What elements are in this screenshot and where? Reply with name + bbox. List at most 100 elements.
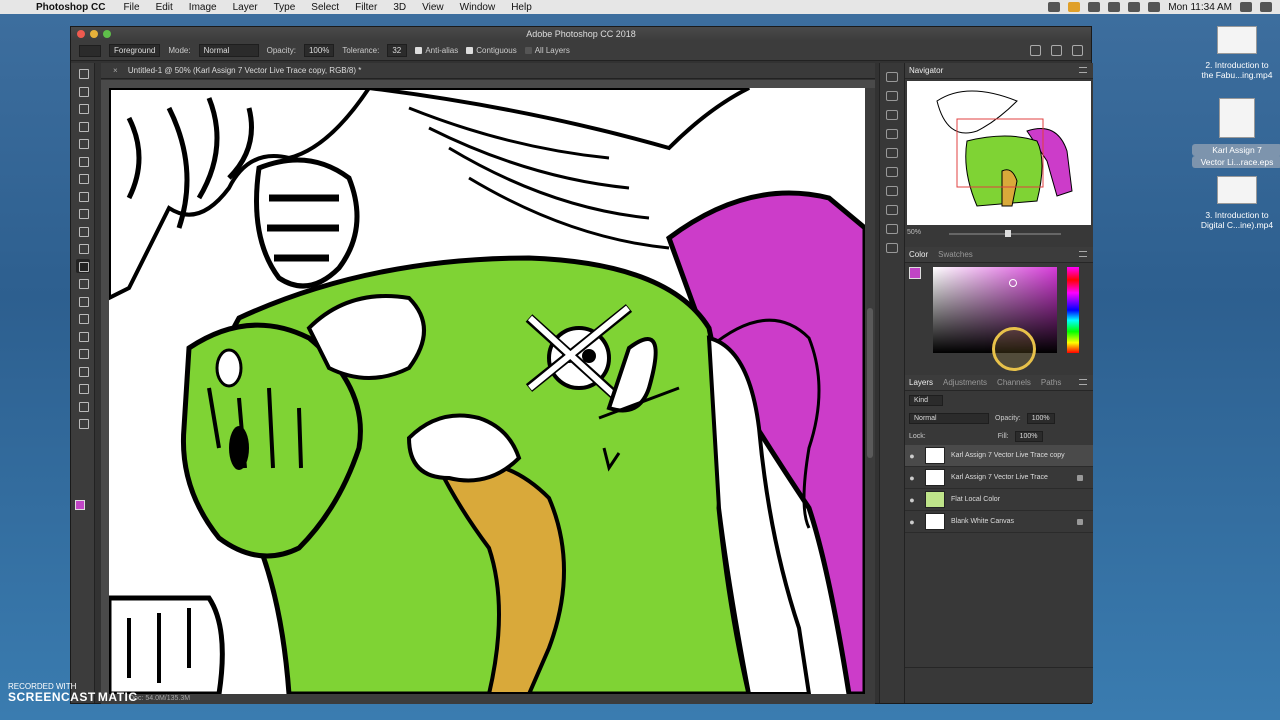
path-select-tool-icon[interactable] — [76, 346, 90, 360]
search-icon[interactable] — [1240, 2, 1252, 12]
blend-mode-select[interactable]: Normal — [909, 412, 989, 424]
foreground-color-chip[interactable] — [909, 267, 921, 279]
menu-select[interactable]: Select — [311, 2, 339, 13]
blur-tool-icon[interactable] — [76, 276, 90, 290]
info-icon[interactable] — [886, 243, 898, 253]
battery-icon[interactable] — [1148, 2, 1161, 12]
tab-adjustments[interactable]: Adjustments — [943, 378, 987, 387]
layer-row[interactable]: ● Karl Assign 7 Vector Live Trace — [905, 467, 1093, 489]
close-window-button[interactable] — [77, 30, 85, 38]
zoom-tool-icon[interactable] — [76, 399, 90, 413]
eraser-tool-icon[interactable] — [76, 241, 90, 255]
opacity-input[interactable]: 100% — [303, 44, 335, 57]
menu-window[interactable]: Window — [460, 2, 496, 13]
share-icon[interactable] — [1072, 45, 1083, 56]
wifi-icon[interactable] — [1108, 2, 1121, 12]
menu-edit[interactable]: Edit — [156, 2, 173, 13]
eye-icon[interactable]: ● — [905, 495, 919, 505]
desktop-file-video-2[interactable]: 2. Introduction to the Fabu...ing.mp4 — [1192, 26, 1280, 80]
clock[interactable]: Mon 11:34 AM — [1168, 2, 1232, 13]
menu-app-name[interactable]: Photoshop CC — [36, 2, 105, 13]
crop-tool-icon[interactable] — [76, 136, 90, 150]
eyedropper-tool-icon[interactable] — [76, 154, 90, 168]
brush-tool-icon[interactable] — [76, 189, 90, 203]
fill-input[interactable]: 100% — [1014, 430, 1043, 442]
dodge-tool-icon[interactable] — [76, 294, 90, 308]
tab-layers[interactable]: Layers — [909, 378, 933, 387]
contiguous-checkbox[interactable]: Contiguous — [466, 46, 517, 55]
quick-select-tool-icon[interactable] — [76, 119, 90, 133]
pen-tool-icon[interactable] — [76, 311, 90, 325]
fill-source-select[interactable]: Foreground — [109, 44, 161, 57]
vertical-scrollbar[interactable] — [865, 88, 875, 694]
shield-icon[interactable] — [1068, 2, 1081, 12]
paragraph-icon[interactable] — [886, 186, 898, 196]
stamp-tool-icon[interactable] — [76, 206, 90, 220]
layer-row[interactable]: ● Flat Local Color — [905, 489, 1093, 511]
zoom-percent[interactable]: 50% — [907, 229, 921, 236]
tab-navigator[interactable]: Navigator — [909, 66, 943, 75]
search-icon[interactable] — [1030, 45, 1041, 56]
panel-menu-icon[interactable] — [1079, 67, 1087, 73]
menu-3d[interactable]: 3D — [393, 2, 406, 13]
artwork-canvas[interactable] — [109, 88, 865, 694]
panel-menu-icon[interactable] — [1079, 379, 1087, 385]
libraries-icon[interactable] — [886, 110, 898, 120]
tab-swatches[interactable]: Swatches — [938, 250, 973, 259]
layers-bottom-toolbar[interactable] — [905, 667, 1093, 681]
character-icon[interactable] — [886, 167, 898, 177]
minimize-window-button[interactable] — [90, 30, 98, 38]
adjustments-icon[interactable] — [886, 148, 898, 158]
hue-slider[interactable] — [1067, 267, 1079, 353]
menu-list-icon[interactable] — [1260, 2, 1272, 12]
more-tools-icon[interactable] — [76, 416, 90, 430]
history-icon[interactable] — [886, 72, 898, 82]
all-layers-checkbox[interactable]: All Layers — [524, 46, 570, 55]
menu-type[interactable]: Type — [274, 2, 296, 13]
tab-paths[interactable]: Paths — [1041, 378, 1061, 387]
timemachine-icon[interactable] — [1088, 2, 1101, 12]
menu-file[interactable]: File — [123, 2, 139, 13]
mode-select[interactable]: Normal — [198, 44, 259, 57]
panel-menu-icon[interactable] — [1079, 251, 1087, 257]
scrollbar-thumb[interactable] — [867, 308, 873, 458]
zoom-slider-knob[interactable] — [1005, 230, 1011, 237]
tab-channels[interactable]: Channels — [997, 378, 1031, 387]
document-tab[interactable]: × Untitled-1 @ 50% (Karl Assign 7 Vector… — [101, 63, 875, 79]
properties-icon[interactable] — [886, 129, 898, 139]
tool-preset-picker[interactable] — [79, 44, 101, 57]
paint-bucket-tool-icon[interactable] — [75, 258, 90, 273]
tab-color[interactable]: Color — [909, 250, 928, 259]
eye-icon[interactable]: ● — [905, 473, 919, 483]
healing-tool-icon[interactable] — [76, 171, 90, 185]
desktop-file-video-3[interactable]: 3. Introduction to Digital C...ine).mp4 — [1192, 176, 1280, 230]
type-tool-icon[interactable] — [76, 329, 90, 343]
shape-tool-icon[interactable] — [76, 364, 90, 378]
menu-help[interactable]: Help — [511, 2, 532, 13]
move-tool-icon[interactable] — [76, 66, 90, 80]
dropbox-icon[interactable] — [1048, 2, 1061, 12]
desktop-file-eps[interactable]: Karl Assign 7 Vector Li...race.eps — [1192, 98, 1280, 168]
close-tab-icon[interactable]: × — [113, 66, 118, 75]
menu-view[interactable]: View — [422, 2, 444, 13]
tolerance-input[interactable]: 32 — [387, 44, 408, 57]
window-titlebar[interactable]: Adobe Photoshop CC 2018 — [71, 27, 1091, 41]
layer-row[interactable]: ● Karl Assign 7 Vector Live Trace copy — [905, 445, 1093, 467]
menu-filter[interactable]: Filter — [355, 2, 377, 13]
eye-icon[interactable]: ● — [905, 451, 919, 461]
zoom-window-button[interactable] — [103, 30, 111, 38]
actions-icon[interactable] — [886, 91, 898, 101]
navigator-preview[interactable] — [907, 81, 1091, 225]
menu-layer[interactable]: Layer — [233, 2, 258, 13]
foreground-color-swatch[interactable] — [75, 500, 85, 510]
workspace-icon[interactable] — [1051, 45, 1062, 56]
eye-icon[interactable]: ● — [905, 517, 919, 527]
layer-opacity-input[interactable]: 100% — [1026, 412, 1055, 424]
volume-icon[interactable] — [1128, 2, 1141, 12]
brushes-icon[interactable] — [886, 205, 898, 215]
clone-source-icon[interactable] — [886, 224, 898, 234]
hand-tool-icon[interactable] — [76, 381, 90, 395]
kind-filter-select[interactable]: Kind — [909, 394, 943, 406]
layer-row[interactable]: ● Blank White Canvas — [905, 511, 1093, 533]
doc-size[interactable]: Doc: 54.0M/135.3M — [129, 695, 190, 702]
